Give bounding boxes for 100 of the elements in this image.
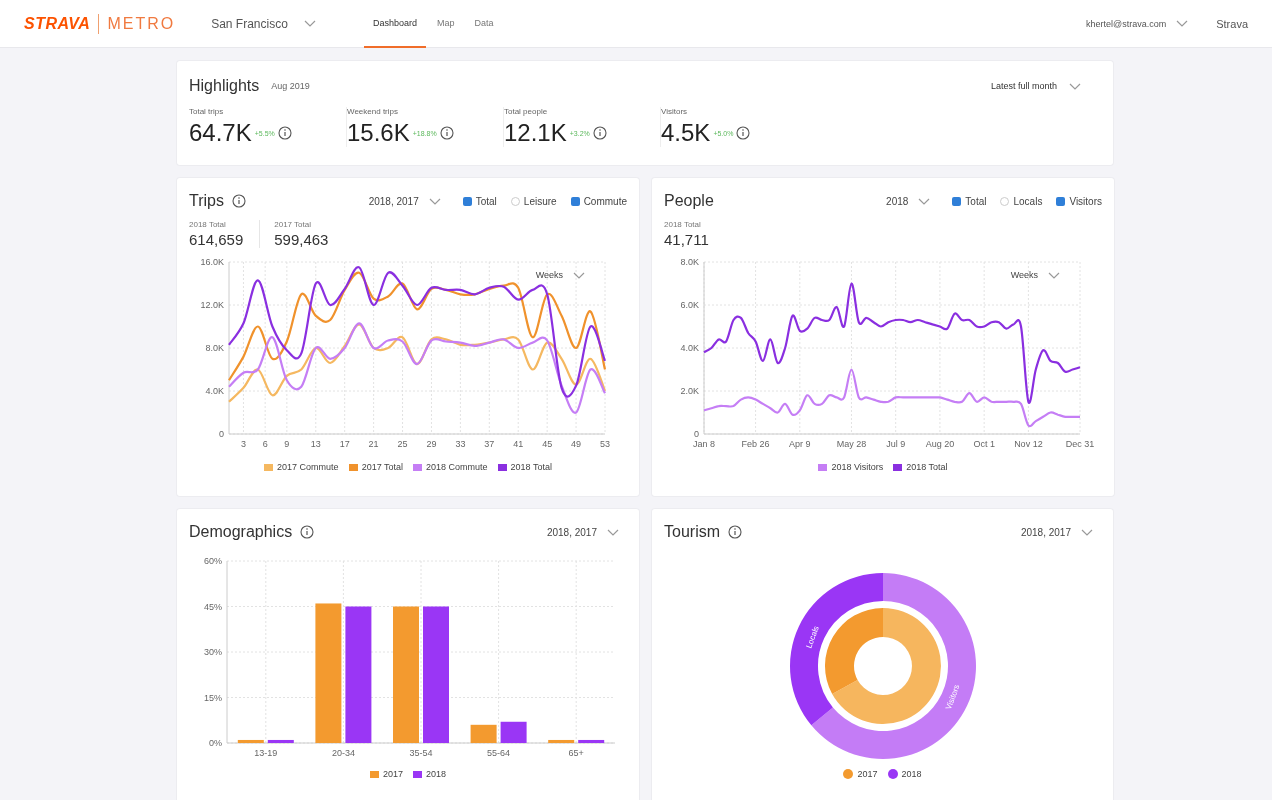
axis-label: 29 bbox=[426, 439, 437, 449]
chevron-down-icon bbox=[573, 271, 585, 279]
metric-value: 12.1K bbox=[504, 119, 567, 147]
axis-label: 65+ bbox=[568, 748, 584, 758]
metric-label: Total people bbox=[504, 107, 549, 116]
chevron-down-icon bbox=[428, 197, 441, 205]
axis-label: 6.0K bbox=[680, 300, 699, 310]
axis-label: 49 bbox=[571, 439, 582, 449]
legend-label: 2018 Total bbox=[510, 462, 552, 472]
axis-label: 60% bbox=[204, 557, 222, 566]
total-label: 2018 Total bbox=[189, 220, 227, 229]
axis-label: 6 bbox=[262, 439, 268, 449]
chevron-down-icon bbox=[1081, 528, 1093, 536]
card-title: People bbox=[664, 192, 714, 210]
axis-label: 16.0K bbox=[200, 257, 224, 267]
checkbox-label: Locals bbox=[1013, 195, 1043, 207]
axis-label: 45 bbox=[542, 439, 553, 449]
year-dropdown[interactable]: 2018, 2017 bbox=[368, 195, 441, 207]
axis-label: Apr 9 bbox=[789, 439, 811, 449]
axis-label: 4.0K bbox=[205, 386, 224, 396]
year-dropdown[interactable]: 2018, 2017 bbox=[546, 526, 619, 538]
product-name: METRO bbox=[107, 14, 176, 33]
metric-label: Weekend trips bbox=[347, 107, 399, 116]
axis-label: 41 bbox=[513, 439, 524, 449]
info-icon[interactable] bbox=[728, 525, 742, 539]
interval-dropdown[interactable]: Weeks bbox=[535, 270, 585, 280]
axis-label: May 28 bbox=[836, 439, 867, 449]
chevron-down-icon bbox=[303, 20, 316, 27]
legend-label: 2018 Visitors bbox=[831, 462, 884, 472]
metric-value: 4.5K bbox=[661, 119, 711, 147]
card-title: Trips bbox=[189, 192, 224, 210]
legend-label: 2017 Commute bbox=[277, 462, 339, 472]
metric-value: 64.7K bbox=[189, 119, 252, 147]
info-icon[interactable] bbox=[592, 126, 607, 140]
segment-label: Locals bbox=[803, 624, 821, 650]
info-icon[interactable] bbox=[277, 126, 292, 140]
checkbox[interactable] bbox=[952, 196, 962, 206]
card-title: Tourism bbox=[664, 523, 720, 541]
axis-label: 4.0K bbox=[680, 343, 699, 353]
chevron-down-icon bbox=[918, 197, 931, 205]
axis-label: 0 bbox=[694, 429, 699, 439]
axis-label: 9 bbox=[284, 439, 290, 449]
axis-label: 25 bbox=[397, 439, 408, 449]
nav-tab[interactable]: Data bbox=[465, 0, 503, 48]
axis-label: Jan 8 bbox=[693, 439, 715, 449]
app-link[interactable]: Strava bbox=[1216, 17, 1248, 30]
card-title: Highlights bbox=[189, 77, 260, 95]
info-icon[interactable] bbox=[300, 525, 315, 539]
axis-label: Aug 20 bbox=[925, 439, 955, 449]
range-dropdown[interactable]: Latest full month bbox=[990, 81, 1081, 91]
info-icon[interactable] bbox=[439, 126, 454, 140]
axis-label: 45% bbox=[204, 601, 222, 612]
total-label: 2018 Total bbox=[664, 220, 702, 229]
legend-label: 2017 Total bbox=[361, 462, 403, 472]
city-dropdown[interactable]: San Francisco bbox=[211, 16, 316, 31]
axis-label: 0 bbox=[219, 429, 224, 439]
axis-label: 8.0K bbox=[680, 257, 699, 267]
year-dropdown[interactable]: 2018 bbox=[886, 195, 931, 207]
checkbox-label: Leisure bbox=[523, 195, 557, 207]
metric-label: Visitors bbox=[661, 107, 689, 116]
legend-label: 2017 bbox=[382, 769, 403, 779]
axis-label: 37 bbox=[484, 439, 495, 449]
axis-label: Dec 31 bbox=[1065, 439, 1095, 449]
bar bbox=[267, 739, 294, 743]
chevron-down-icon bbox=[1069, 82, 1081, 90]
nav-tab[interactable]: Dashboard bbox=[363, 0, 426, 48]
chevron-down-icon bbox=[1176, 20, 1189, 27]
axis-label: Feb 26 bbox=[741, 439, 770, 449]
checkbox-label: Total bbox=[965, 195, 987, 207]
axis-label: 53 bbox=[600, 439, 610, 449]
total-label: 2017 Total bbox=[274, 220, 312, 229]
year-dropdown[interactable]: 2018, 2017 bbox=[1020, 526, 1093, 538]
axis-label: 13-19 bbox=[254, 748, 278, 758]
axis-label: 12.0K bbox=[200, 300, 224, 310]
legend-label: 2018 bbox=[426, 769, 447, 779]
total-value: 41,711 bbox=[664, 231, 709, 248]
metric-value: 15.6K bbox=[347, 119, 410, 147]
bar bbox=[470, 724, 497, 743]
info-icon[interactable] bbox=[231, 194, 246, 208]
axis-label: Oct 1 bbox=[973, 439, 995, 449]
period-label: Aug 2019 bbox=[271, 81, 310, 91]
card-title: Demographics bbox=[189, 523, 293, 541]
axis-label: 0% bbox=[209, 738, 222, 748]
axis-label: 35-54 bbox=[409, 748, 433, 758]
axis-label: 15% bbox=[204, 692, 222, 703]
axis-label: Jul 9 bbox=[886, 439, 906, 449]
checkbox[interactable] bbox=[570, 196, 580, 206]
bar bbox=[500, 721, 527, 743]
interval-dropdown[interactable]: Weeks bbox=[1010, 270, 1060, 280]
axis-label: Nov 12 bbox=[1014, 439, 1043, 449]
checkbox[interactable] bbox=[1056, 196, 1066, 206]
checkbox-label: Visitors bbox=[1069, 195, 1102, 207]
axis-label: 55-64 bbox=[487, 748, 511, 758]
account-dropdown[interactable]: khertel@strava.com bbox=[1086, 18, 1189, 29]
info-icon[interactable] bbox=[736, 126, 751, 140]
chevron-down-icon bbox=[1048, 271, 1060, 279]
checkbox[interactable] bbox=[462, 196, 472, 206]
nav-tab[interactable]: Map bbox=[427, 0, 464, 48]
axis-label: 13 bbox=[310, 439, 321, 449]
axis-label: 2.0K bbox=[680, 386, 699, 396]
